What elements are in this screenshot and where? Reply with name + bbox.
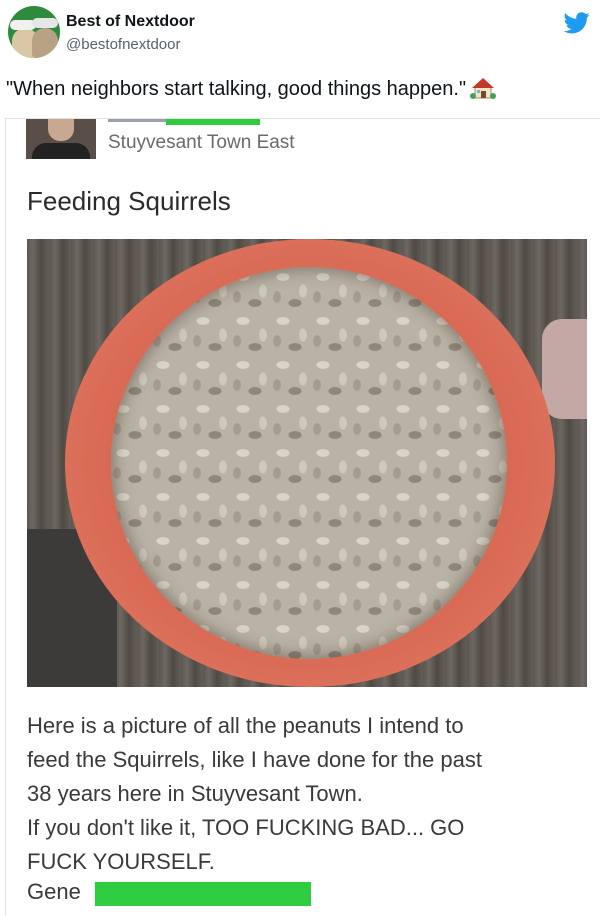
puppet-right-hair [32, 18, 58, 28]
twitter-bird-icon[interactable] [564, 12, 590, 34]
post-body-line: If you don't like it, TOO FUCKING BAD...… [27, 815, 465, 840]
avatar[interactable] [8, 6, 60, 58]
nextdoor-post-screenshot: Stuyvesant Town East Feeding Squirrels H… [5, 118, 600, 916]
author-face [48, 119, 74, 141]
puppet-right [32, 28, 58, 58]
post-body-line: FUCK YOURSELF. [27, 849, 215, 874]
redaction-bar-bottom [95, 882, 311, 906]
neighborhood-label: Stuyvesant Town East [108, 132, 295, 153]
post-body-line: Here is a picture of all the peanuts I i… [27, 713, 464, 738]
hand [542, 319, 587, 419]
tweet-text: "When neighbors start talking, good thin… [6, 76, 497, 101]
author-name-cropped [108, 119, 166, 122]
author-shirt [32, 143, 90, 159]
peanuts [111, 267, 507, 659]
user-handle[interactable]: @bestofnextdoor [66, 36, 180, 53]
post-body-line: 38 years here in Stuyvesant Town. [27, 781, 363, 806]
post-body: Here is a picture of all the peanuts I i… [27, 709, 587, 879]
post-title: Feeding Squirrels [27, 186, 231, 216]
post-signature: Gene [27, 879, 81, 904]
peanut-bowl-photo [27, 239, 587, 687]
author-photo [26, 119, 96, 159]
tweet-quote: "When neighbors start talking, good thin… [6, 78, 467, 100]
tweet-header: Best of Nextdoor @bestofnextdoor [0, 0, 600, 70]
post-body-line: feed the Squirrels, like I have done for… [27, 747, 482, 772]
house-with-garden-icon [470, 78, 497, 99]
display-name[interactable]: Best of Nextdoor [66, 13, 195, 31]
redaction-bar-top [166, 119, 260, 125]
